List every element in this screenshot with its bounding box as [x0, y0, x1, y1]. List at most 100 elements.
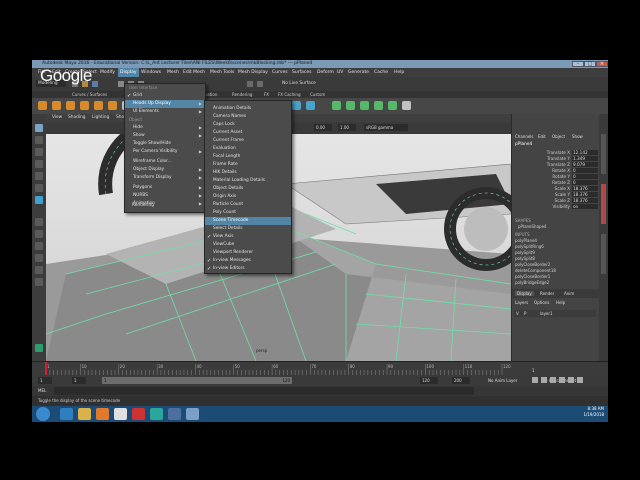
- display-menu-heads-up-display[interactable]: Heads Up Display ▶: [125, 100, 205, 108]
- hud-item-material-loading-details[interactable]: Material Loading Details: [205, 177, 291, 185]
- select-tool-icon[interactable]: [35, 124, 43, 132]
- shelf-tab-curves[interactable]: Curves / Surfaces: [72, 91, 107, 98]
- minimize-button[interactable]: –: [572, 61, 584, 67]
- display-menu-ui-elements[interactable]: UI Elements ▶: [125, 108, 205, 116]
- scale-tool-icon[interactable]: [35, 184, 43, 192]
- range-slider-bar[interactable]: 1 120: [102, 377, 292, 384]
- step-forward-icon[interactable]: [568, 377, 574, 383]
- layer-menu-help[interactable]: Help: [556, 300, 565, 305]
- layout-single-icon[interactable]: [35, 218, 43, 226]
- hud-item-evaluation[interactable]: Evaluation: [205, 145, 291, 153]
- maximize-button[interactable]: □: [584, 61, 596, 67]
- input-node[interactable]: polyCloseBorder1: [515, 274, 550, 279]
- rotate-tool-icon[interactable]: [35, 172, 43, 180]
- hud-item-camera-names[interactable]: Camera Names: [205, 113, 291, 121]
- hud-item-animation-details[interactable]: Animation Details: [205, 105, 291, 113]
- tab-object[interactable]: Object: [552, 134, 565, 139]
- menu-display[interactable]: Display: [118, 68, 139, 77]
- hud-item-hik-details[interactable]: HIK Details: [205, 169, 291, 177]
- input-node[interactable]: deleteComponent18: [515, 268, 556, 273]
- input-node[interactable]: polySplitRing6: [515, 244, 544, 249]
- hud-item-viewport-renderer[interactable]: Viewport Renderer: [205, 249, 291, 257]
- input-node[interactable]: polyBridgeEdge2: [515, 280, 549, 285]
- extrude-icon[interactable]: [332, 101, 341, 110]
- combine-icon[interactable]: [292, 101, 301, 110]
- hud-item-focal-length[interactable]: Focal Length: [205, 153, 291, 161]
- display-menu-wireframe-color[interactable]: Wireframe Color...: [125, 158, 205, 166]
- hud-item-in-view-editors[interactable]: ✓ In-view Editors: [205, 265, 291, 273]
- current-frame-marker[interactable]: [45, 362, 47, 376]
- snap-curve-icon[interactable]: [257, 81, 263, 87]
- cone-icon[interactable]: [80, 101, 89, 110]
- bevel-icon[interactable]: [360, 101, 369, 110]
- chrome-icon[interactable]: [114, 408, 127, 420]
- menu-windows[interactable]: Windows: [139, 68, 163, 77]
- side-tab-modeling-toolkit[interactable]: [601, 234, 606, 274]
- clock-date[interactable]: 1/19/2018: [583, 412, 604, 418]
- hud-item-viewcube[interactable]: ViewCube: [205, 241, 291, 249]
- live-surface-label[interactable]: No Live Surface: [282, 80, 316, 87]
- viewport-menu-view[interactable]: View: [52, 114, 62, 122]
- hud-item-object-details[interactable]: Object Details: [205, 185, 291, 193]
- hud-item-view-axis[interactable]: ✓ View Axis: [205, 233, 291, 241]
- sphere-icon[interactable]: [38, 101, 47, 110]
- display-menu-nurbs[interactable]: NURBS ▶: [125, 192, 205, 200]
- hud-item-in-view-messages[interactable]: ✓ In-view Messages: [205, 257, 291, 265]
- shelf-tab-fx-caching[interactable]: FX Caching: [278, 91, 300, 98]
- tab-show[interactable]: Show: [572, 134, 583, 139]
- hud-item-current-frame[interactable]: Current Frame: [205, 137, 291, 145]
- layer-tab-anim[interactable]: Anim: [564, 291, 574, 296]
- start-button-icon[interactable]: [36, 407, 50, 421]
- menu-mesh-display[interactable]: Mesh Display: [236, 68, 270, 77]
- tab-channels[interactable]: Channels: [515, 134, 534, 139]
- hud-item-frame-rate[interactable]: Frame Rate: [205, 161, 291, 169]
- layer-menu-layers[interactable]: Layers: [515, 300, 528, 305]
- shelf-tab-fx[interactable]: FX: [264, 91, 269, 98]
- go-to-end-icon[interactable]: [577, 377, 583, 383]
- display-menu-object-display[interactable]: Object Display ▶: [125, 166, 205, 174]
- layer-visibility-toggle[interactable]: V: [516, 310, 519, 317]
- playback-end-field[interactable]: 120: [420, 377, 438, 384]
- menu-deform[interactable]: Deform: [315, 68, 336, 77]
- smooth-icon[interactable]: [402, 101, 411, 110]
- multi-cut-icon[interactable]: [388, 101, 397, 110]
- channel-visibility[interactable]: Visibility on: [512, 204, 600, 210]
- input-node[interactable]: polyCloseBorder2: [515, 262, 550, 267]
- lasso-tool-icon[interactable]: [35, 136, 43, 144]
- input-node[interactable]: polySplit8: [515, 256, 535, 261]
- layer-tab-render[interactable]: Render: [540, 291, 554, 296]
- mel-label[interactable]: MEL: [38, 387, 46, 395]
- side-tab-attribute-editor[interactable]: [601, 184, 606, 224]
- torus-icon[interactable]: [94, 101, 103, 110]
- layer-playback-toggle[interactable]: P: [524, 310, 526, 317]
- viewport-menu-shading[interactable]: Shading: [68, 114, 85, 122]
- snap-grid-icon[interactable]: [247, 81, 253, 87]
- layer-menu-options[interactable]: Options: [534, 300, 549, 305]
- cylinder-icon[interactable]: [66, 101, 75, 110]
- paint-select-icon[interactable]: [35, 148, 43, 156]
- layout-hypershade-icon[interactable]: [35, 278, 43, 286]
- menu-uv[interactable]: UV: [335, 68, 345, 77]
- maya-taskbar-icon[interactable]: [150, 408, 163, 420]
- exposure-field[interactable]: 0.00: [314, 124, 332, 131]
- hud-item-scene-timecode[interactable]: Scene Timecode: [205, 217, 291, 225]
- input-node[interactable]: polyPlane4: [515, 238, 537, 243]
- menu-surfaces[interactable]: Surfaces: [290, 68, 314, 77]
- viewport-menu-lighting[interactable]: Lighting: [92, 114, 109, 122]
- insert-edge-loop-icon[interactable]: [374, 101, 383, 110]
- hud-item-select-details[interactable]: Select Details: [205, 225, 291, 233]
- menu-mesh-tools[interactable]: Mesh Tools: [208, 68, 236, 77]
- gamma-field[interactable]: 1.00: [338, 124, 356, 131]
- move-tool-icon[interactable]: [35, 160, 43, 168]
- save-scene-icon[interactable]: [92, 81, 98, 87]
- menu-modify[interactable]: Modify: [98, 68, 117, 77]
- display-menu-rendering[interactable]: [125, 208, 205, 212]
- playback-start-field[interactable]: 1: [72, 377, 86, 384]
- menu-mesh[interactable]: Mesh: [165, 68, 181, 77]
- display-menu-per-camera-visibility[interactable]: Per Camera Visibility ▶: [125, 148, 205, 156]
- display-menu-toggle-show-hide[interactable]: Toggle Show/Hide: [125, 140, 205, 148]
- explorer-icon[interactable]: [78, 408, 91, 420]
- ie-icon[interactable]: [60, 408, 73, 420]
- shelf-tab-rendering[interactable]: Rendering: [232, 91, 252, 98]
- time-slider[interactable]: 1 10 20 30 40 50 60 70 80 90 100 110 120 1: [32, 361, 608, 376]
